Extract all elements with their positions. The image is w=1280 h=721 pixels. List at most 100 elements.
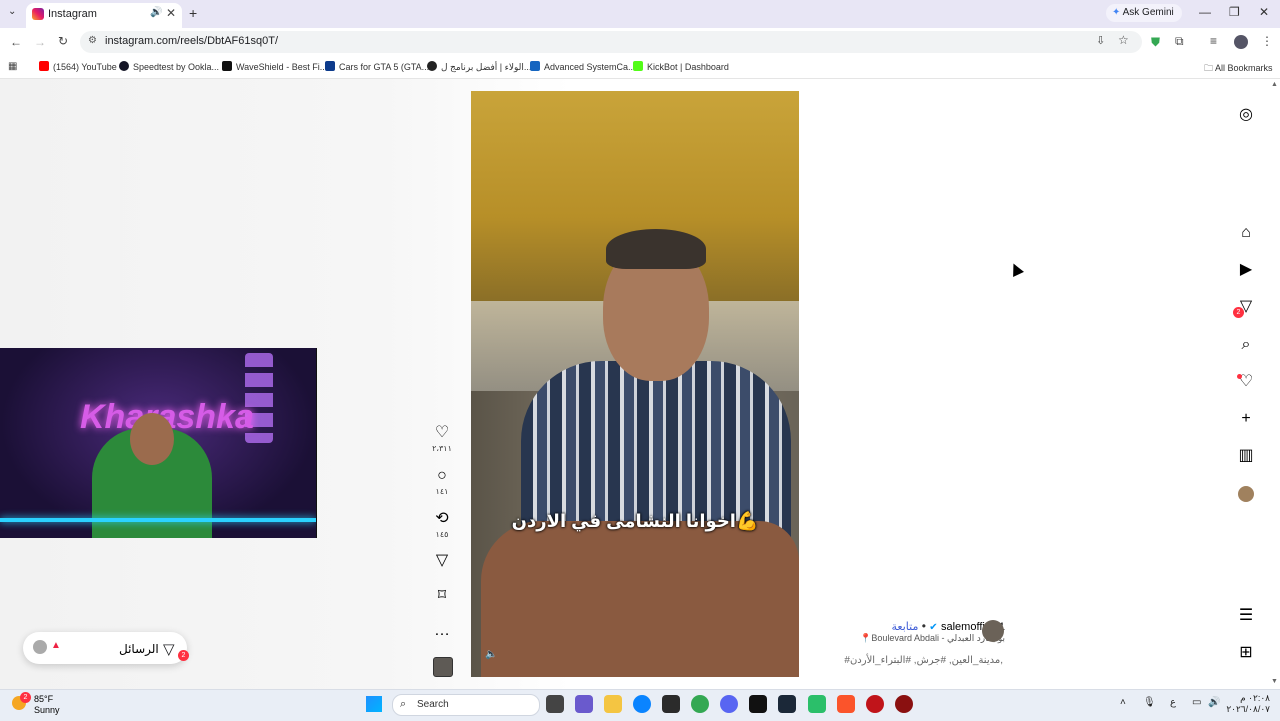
apps-grid-icon[interactable]: ▦	[8, 61, 17, 72]
also-from-meta-icon[interactable]: ⊞	[1236, 643, 1256, 663]
window-close-button[interactable]: ✕	[1259, 5, 1269, 19]
minimize-button[interactable]: —	[1199, 5, 1211, 19]
microphone-icon[interactable]: 🎙	[1143, 697, 1156, 708]
network-icon[interactable]: ▭	[1192, 697, 1201, 708]
bookmark-gta-cars[interactable]: Cars for GTA 5 (GTA...	[325, 61, 429, 72]
reload-icon[interactable]: ↻	[58, 34, 68, 48]
reels-icon[interactable]: ▶	[1236, 260, 1256, 280]
steam-icon[interactable]	[778, 695, 796, 713]
brave-icon[interactable]	[837, 695, 855, 713]
instagram-favicon-icon	[32, 8, 44, 20]
clock-time: ٠٢:٠٨ م	[1240, 693, 1270, 703]
language-indicator[interactable]: ع	[1170, 697, 1176, 708]
reel-hashtags[interactable]: #مدينة_العين, #جرش, #البتراء_الأردن,	[800, 655, 1003, 666]
send-icon: ▽	[435, 552, 449, 569]
media-control-icon[interactable]: ≡	[1210, 34, 1217, 48]
back-icon[interactable]: ←	[10, 35, 22, 49]
menu-hamburger-icon[interactable]: ☰	[1236, 606, 1256, 626]
reel-video[interactable]: اخوانا النشامى في الاردن💪 🔈	[471, 91, 799, 677]
page-scrollbar[interactable]: ▲ ▼	[1270, 79, 1280, 689]
messages-label: الرسائل	[119, 642, 159, 656]
bookmark-star-icon[interactable]: ☆	[1118, 33, 1129, 47]
discord-icon[interactable]	[720, 695, 738, 713]
forward-icon[interactable]: →	[34, 35, 46, 49]
app-darkred-icon[interactable]	[895, 695, 913, 713]
bookmark-speedtest[interactable]: Speedtest by Ookla...	[119, 61, 219, 72]
address-bar[interactable]: ⚙ instagram.com/reels/DbtAF61sq0T/ ⇩ ☆	[80, 31, 1142, 53]
tab-title: Instagram	[48, 8, 97, 20]
webcam-neon-strip	[0, 518, 316, 522]
shield-extension-icon[interactable]: ⛊	[1151, 35, 1160, 50]
tab-audio-icon[interactable]: 🔊	[150, 7, 162, 18]
speedtest-icon	[119, 61, 129, 71]
chrome-menu-icon[interactable]: ⋮	[1261, 34, 1273, 48]
mute-icon[interactable]: 🔈	[485, 649, 499, 663]
more-options-button[interactable]: …	[432, 622, 452, 640]
repost-button[interactable]: ⟲ ١٤٥	[432, 510, 452, 539]
share-button[interactable]: ▽	[432, 552, 452, 570]
comment-button[interactable]: ○ ١٤١	[432, 467, 452, 496]
ask-gemini-label: Ask Gemini	[1122, 7, 1174, 18]
taskbar-search[interactable]: ⌕ Search	[392, 694, 540, 716]
profile-avatar[interactable]	[1234, 35, 1248, 49]
gta-cars-icon	[325, 61, 335, 71]
windows-start-icon[interactable]	[366, 696, 382, 712]
waveshield-icon	[222, 61, 232, 71]
bookmark-youtube[interactable]: (1564) YouTube	[39, 61, 117, 72]
tray-overflow-icon[interactable]: ˄	[1120, 697, 1126, 708]
all-bookmarks-button[interactable]: 🗀 All Bookmarks	[1204, 61, 1273, 77]
youtube-icon	[39, 61, 49, 71]
bookmark-alwalaa[interactable]: الولاء | أفضل برنامج ل...	[427, 61, 531, 73]
bookmark-label: WaveShield - Best Fi...	[236, 62, 328, 72]
scroll-down-icon[interactable]: ▼	[1271, 678, 1278, 685]
scroll-up-icon[interactable]: ▲	[1271, 81, 1278, 88]
like-button[interactable]: ♡ ٢،٣١١	[432, 424, 452, 453]
folder-icon: 🗀	[1204, 63, 1216, 73]
follow-button[interactable]: متابعة	[892, 621, 919, 633]
site-info-icon[interactable]: ⚙	[88, 35, 97, 46]
bookmark-label: KickBot | Dashboard	[647, 62, 729, 72]
messages-pill-badge: 2	[178, 650, 189, 661]
bookmark-label: (1564) YouTube	[53, 62, 117, 72]
install-app-icon[interactable]: ⇩	[1096, 34, 1105, 47]
create-plus-icon[interactable]: +	[1236, 409, 1256, 429]
weather-temp: 85°F	[34, 694, 54, 704]
bookmark-label: الولاء | أفضل برنامج ل...	[441, 62, 532, 72]
search-icon[interactable]: ⌕	[1236, 335, 1256, 355]
epic-icon[interactable]	[749, 695, 767, 713]
copilot-icon[interactable]	[575, 695, 593, 713]
gemini-sparkle-icon: ✦	[1112, 7, 1123, 18]
edge-icon[interactable]	[633, 695, 651, 713]
task-view-icon[interactable]	[546, 695, 564, 713]
address-url: instagram.com/reels/DbtAF61sq0T/	[105, 35, 279, 47]
bookmark-label: Cars for GTA 5 (GTA...	[339, 62, 430, 72]
repost-icon: ⟲	[435, 510, 449, 527]
bookmark-kickbot[interactable]: KickBot | Dashboard	[633, 61, 729, 72]
maximize-button[interactable]: ❐	[1229, 5, 1240, 19]
audio-thumbnail[interactable]	[433, 657, 453, 677]
dot-separator: •	[921, 619, 926, 633]
chrome-taskbar-icon[interactable]	[691, 695, 709, 713]
tab-search-chevron-icon[interactable]: ⌄	[8, 6, 16, 17]
ask-gemini-button[interactable]: ✦ Ask Gemini	[1106, 4, 1182, 22]
tab-instagram[interactable]: Instagram 🔊 ✕	[26, 3, 182, 28]
app-green-icon[interactable]	[808, 695, 826, 713]
location-pin-icon: 📍	[860, 633, 872, 643]
extensions-icon[interactable]: ⧉	[1175, 34, 1184, 49]
bookmark-waveshield[interactable]: WaveShield - Best Fi...	[222, 61, 327, 72]
instagram-logo-icon[interactable]: ◎	[1236, 105, 1256, 125]
bookmark-advanced-systemcare[interactable]: Advanced SystemCa...	[530, 61, 636, 72]
tab-close-icon[interactable]: ✕	[166, 6, 176, 20]
profile-avatar-nav[interactable]	[1238, 486, 1254, 502]
author-avatar[interactable]	[982, 620, 1004, 642]
taskbar-clock[interactable]: ٠٢:٠٨ م ٢٠٢٦/٠٨/٠٧	[1218, 693, 1270, 715]
home-icon[interactable]: ⌂	[1236, 223, 1256, 243]
dashboard-icon[interactable]: ▥	[1236, 446, 1256, 466]
store-icon[interactable]	[662, 695, 680, 713]
new-tab-button[interactable]: +	[189, 5, 197, 21]
app-red-icon[interactable]	[866, 695, 884, 713]
save-button[interactable]: ⌑	[432, 587, 452, 605]
video-man-arms	[481, 521, 799, 677]
file-explorer-icon[interactable]	[604, 695, 622, 713]
messages-pill[interactable]: ▲ الرسائل ▽ 2	[23, 632, 189, 664]
